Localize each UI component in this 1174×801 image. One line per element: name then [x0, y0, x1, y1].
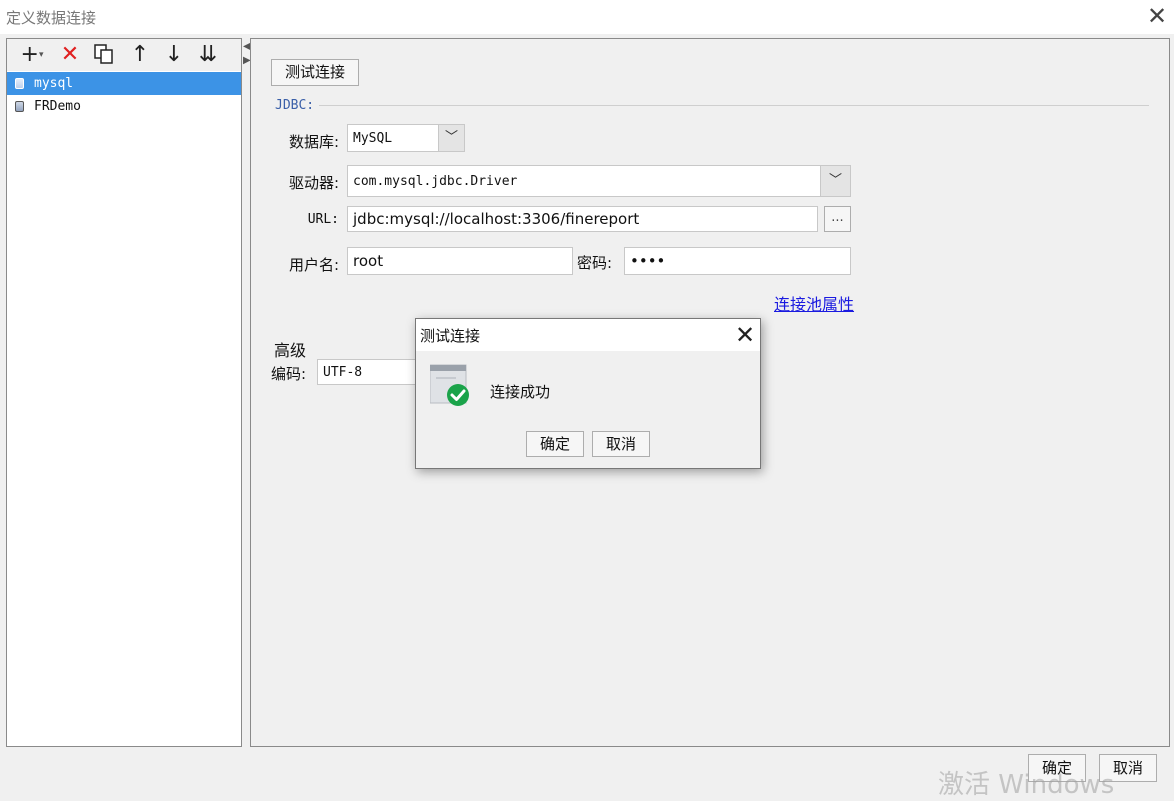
username-input-value: root	[353, 252, 384, 270]
move-up-button[interactable]: ↑	[127, 43, 153, 67]
copy-connection-button[interactable]	[91, 43, 117, 67]
connection-name: mysql	[34, 76, 74, 91]
url-label: URL:	[307, 212, 339, 227]
test-connection-button[interactable]: 测试连接	[271, 59, 359, 86]
activation-watermark: 激活 Windows	[938, 770, 1115, 800]
plus-icon: +	[20, 42, 39, 67]
dialog-message: 连接成功	[490, 383, 551, 401]
password-input[interactable]: ••••	[624, 247, 851, 275]
test-connection-dialog: 测试连接 ✕ 连接成功 确定 取消	[415, 318, 761, 469]
advanced-label: 高级	[274, 341, 307, 360]
list-item[interactable]: FRDemo	[7, 95, 241, 118]
close-icon[interactable]: ✕	[732, 321, 758, 349]
copy-icon	[94, 44, 113, 64]
connection-toolbar: +▾ ✕ ↑ ↓ ⇊	[7, 39, 241, 71]
encoding-select[interactable]: UTF-8	[317, 359, 417, 385]
window-title: 定义数据连接	[6, 9, 97, 27]
window-titlebar: 定义数据连接 ✕	[0, 0, 1174, 34]
dialog-cancel-button[interactable]: 取消	[592, 431, 650, 457]
url-input[interactable]: jdbc:mysql://localhost:3306/finereport	[347, 206, 818, 232]
arrow-up-icon: ↑	[130, 42, 150, 67]
connection-success-icon	[429, 363, 470, 407]
database-select[interactable]: MySQL ﹀	[347, 124, 465, 152]
driver-select-value: com.mysql.jdbc.Driver	[353, 173, 518, 189]
dialog-titlebar: 测试连接 ✕	[416, 319, 760, 351]
list-item[interactable]: mysql	[7, 72, 241, 95]
divider	[319, 105, 1149, 106]
database-icon	[15, 78, 24, 89]
jdbc-legend: JDBC:	[275, 98, 315, 113]
database-icon	[15, 101, 24, 112]
encoding-select-value: UTF-8	[323, 364, 363, 380]
red-x-icon: ✕	[60, 42, 80, 67]
password-input-value: ••••	[630, 252, 666, 270]
database-label: 数据库:	[288, 133, 339, 151]
username-label: 用户名:	[288, 256, 339, 274]
add-connection-button[interactable]: +▾	[15, 43, 49, 67]
arrow-down-icon: ↓	[164, 42, 184, 67]
driver-select[interactable]: com.mysql.jdbc.Driver ﹀	[347, 165, 851, 197]
chevron-down-icon[interactable]: ﹀	[820, 166, 850, 196]
connection-list-panel: +▾ ✕ ↑ ↓ ⇊ ◀ ▶ mysql FRDemo	[6, 38, 251, 747]
connection-pool-link[interactable]: 连接池属性	[774, 291, 854, 315]
sort-icon: ⇊	[198, 42, 218, 67]
delete-connection-button[interactable]: ✕	[57, 43, 83, 67]
sort-button[interactable]: ⇊	[195, 43, 221, 67]
database-select-value: MySQL	[353, 130, 393, 146]
close-icon[interactable]: ✕	[1144, 4, 1170, 30]
chevron-down-icon[interactable]: ﹀	[438, 125, 464, 151]
move-down-button[interactable]: ↓	[161, 43, 187, 67]
url-browse-button[interactable]: ...	[824, 206, 851, 232]
connection-name: FRDemo	[34, 99, 81, 114]
chevron-down-icon: ▾	[38, 50, 44, 60]
connection-list: mysql FRDemo	[7, 72, 241, 118]
encoding-label: 编码:	[271, 365, 307, 383]
dialog-title: 测试连接	[420, 327, 481, 345]
url-input-value: jdbc:mysql://localhost:3306/finereport	[353, 210, 640, 228]
driver-label: 驱动器:	[288, 174, 339, 192]
password-label: 密码:	[577, 254, 613, 272]
username-input[interactable]: root	[347, 247, 573, 275]
dialog-ok-button[interactable]: 确定	[526, 431, 584, 457]
